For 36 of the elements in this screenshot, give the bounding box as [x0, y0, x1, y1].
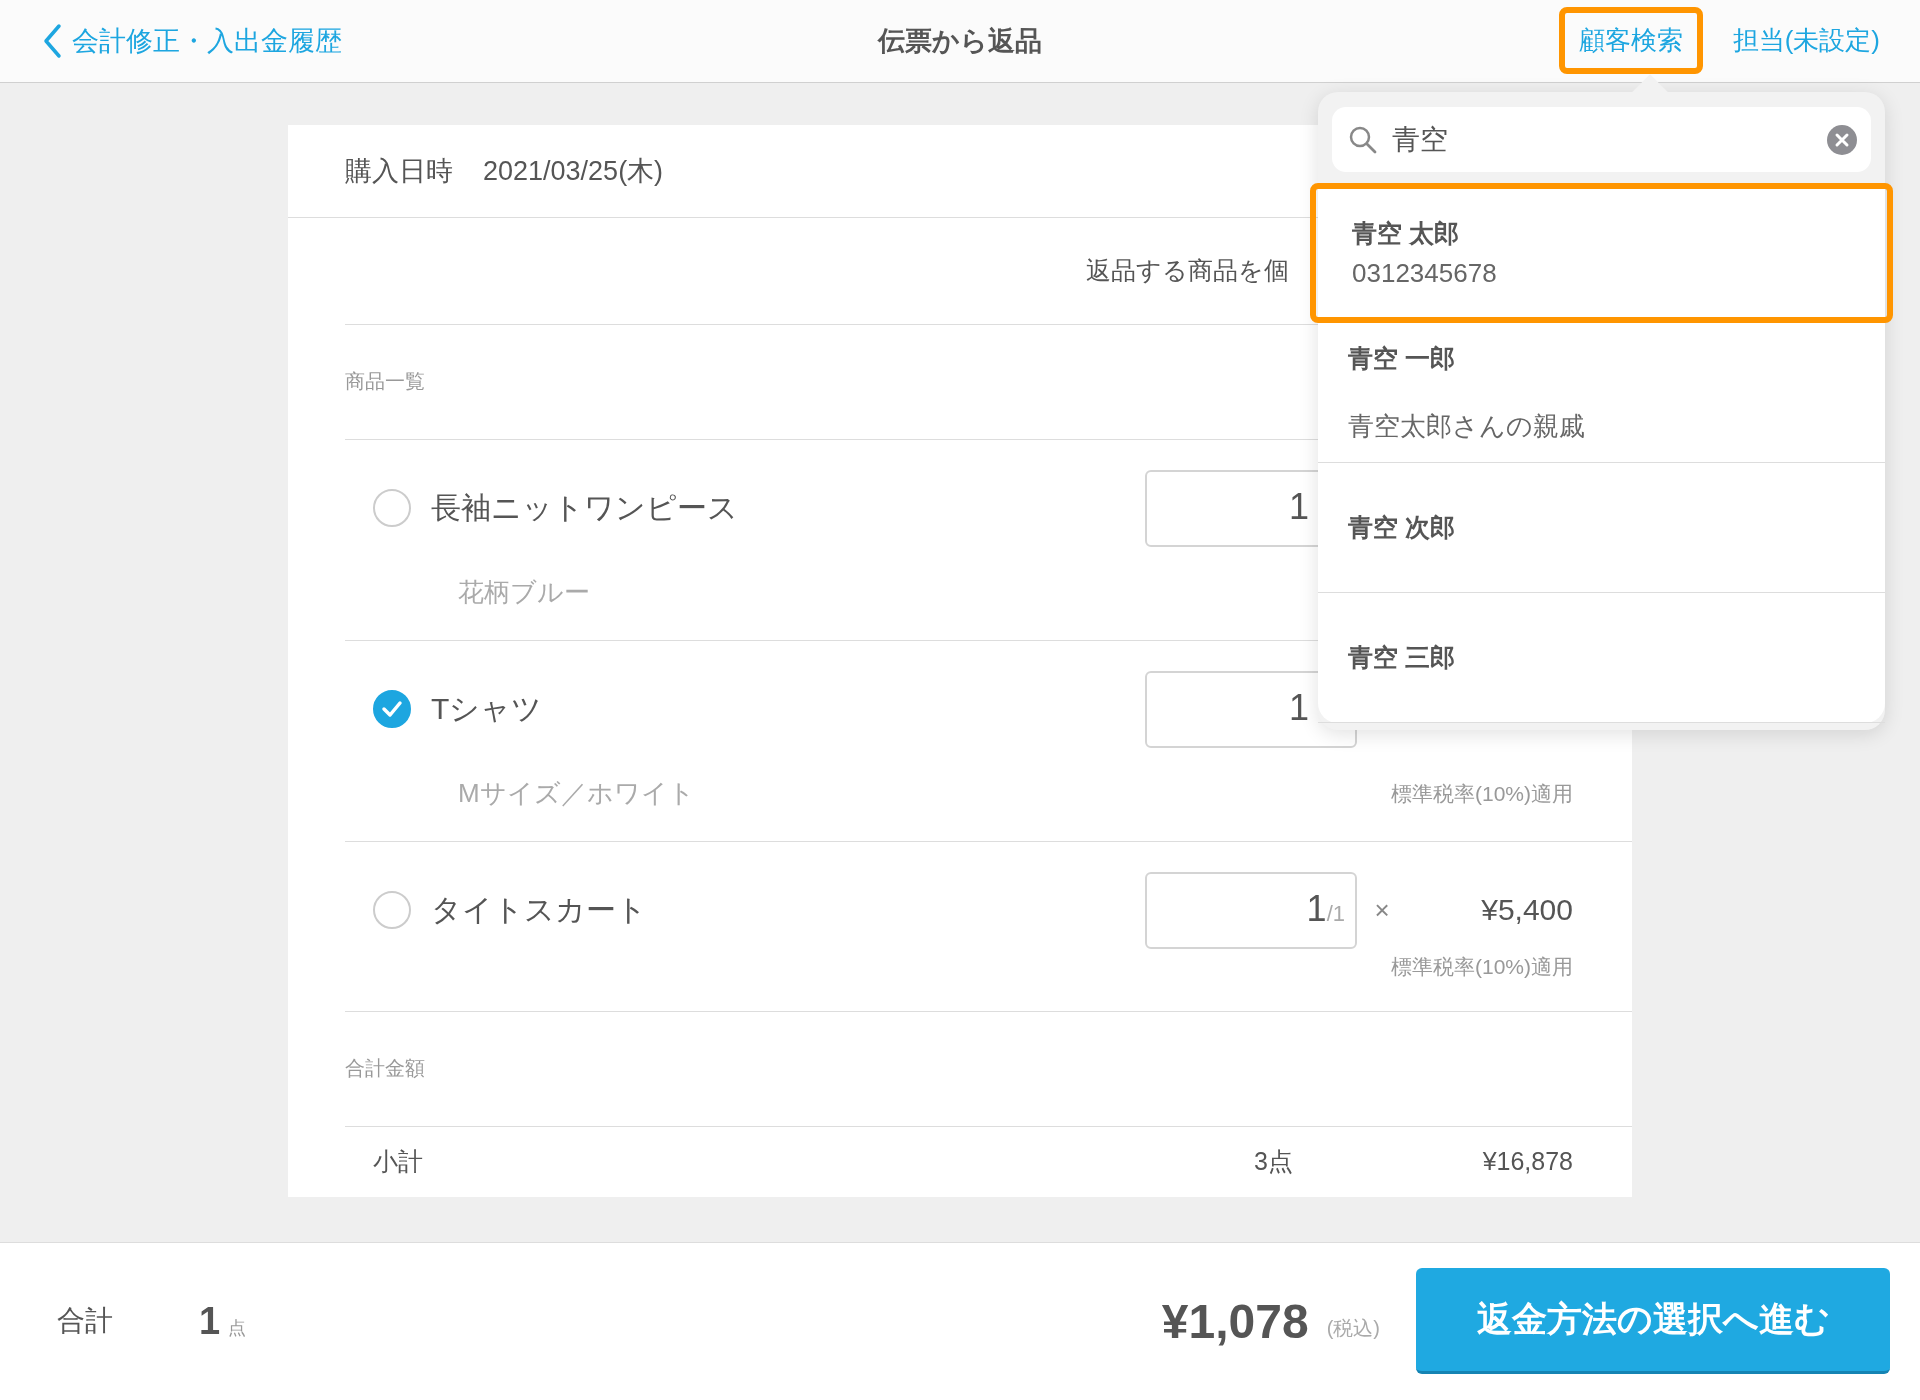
checked-radio[interactable]	[373, 690, 411, 729]
radio-button[interactable]	[373, 489, 411, 528]
tax-note: 標準税率(10%)適用	[1390, 780, 1573, 807]
section-label: 合計金額	[345, 1056, 425, 1082]
quantity-field[interactable]: 1/1	[1145, 871, 1357, 949]
check-icon	[381, 700, 403, 719]
product-name: Tシャツ	[431, 690, 544, 727]
customer-result[interactable]: 青空 一郎 青空太郎さんの親戚	[1318, 323, 1885, 463]
subtotal-label: 小計	[373, 1146, 423, 1178]
purchase-date-label: 購入日時	[345, 154, 453, 188]
product-name: 長袖ニットワンピース	[431, 489, 739, 526]
count-unit: 点	[228, 1317, 247, 1341]
times-sign: ×	[1373, 894, 1391, 926]
customer-result[interactable]: 青空 太郎 0312345678	[1310, 183, 1893, 323]
total-count: 1	[199, 1299, 221, 1343]
instruction-text: 返品する商品を個	[1086, 255, 1289, 287]
product-price: ¥5,400	[1480, 893, 1573, 928]
section-label: 商品一覧	[345, 369, 425, 395]
product-variant: Mサイズ／ホワイト	[457, 777, 695, 811]
search-field[interactable]: 青空	[1332, 107, 1871, 172]
chevron-left-icon	[42, 22, 62, 59]
total-label: 合計	[57, 1304, 113, 1339]
purchase-date: 2021/03/25(木)	[483, 154, 664, 188]
subtotal-amount: ¥16,878	[1481, 1147, 1573, 1177]
tax-note: 標準税率(10%)適用	[1390, 953, 1573, 980]
clear-icon[interactable]	[1827, 124, 1857, 155]
page-title: 伝票から返品	[878, 25, 1042, 56]
customer-result[interactable]: 青空 次郎	[1318, 463, 1885, 593]
customer-result[interactable]: 青空 三郎	[1318, 593, 1885, 723]
search-icon	[1348, 124, 1378, 155]
product-name: タイトスカート	[431, 891, 648, 928]
total-amount: ¥1,078	[1161, 1293, 1309, 1349]
product-variant: 花柄ブルー	[457, 576, 590, 610]
tax-included-label: (税込)	[1326, 1315, 1380, 1341]
subtotal-count: 3点	[1254, 1146, 1293, 1178]
radio-button[interactable]	[373, 891, 411, 930]
